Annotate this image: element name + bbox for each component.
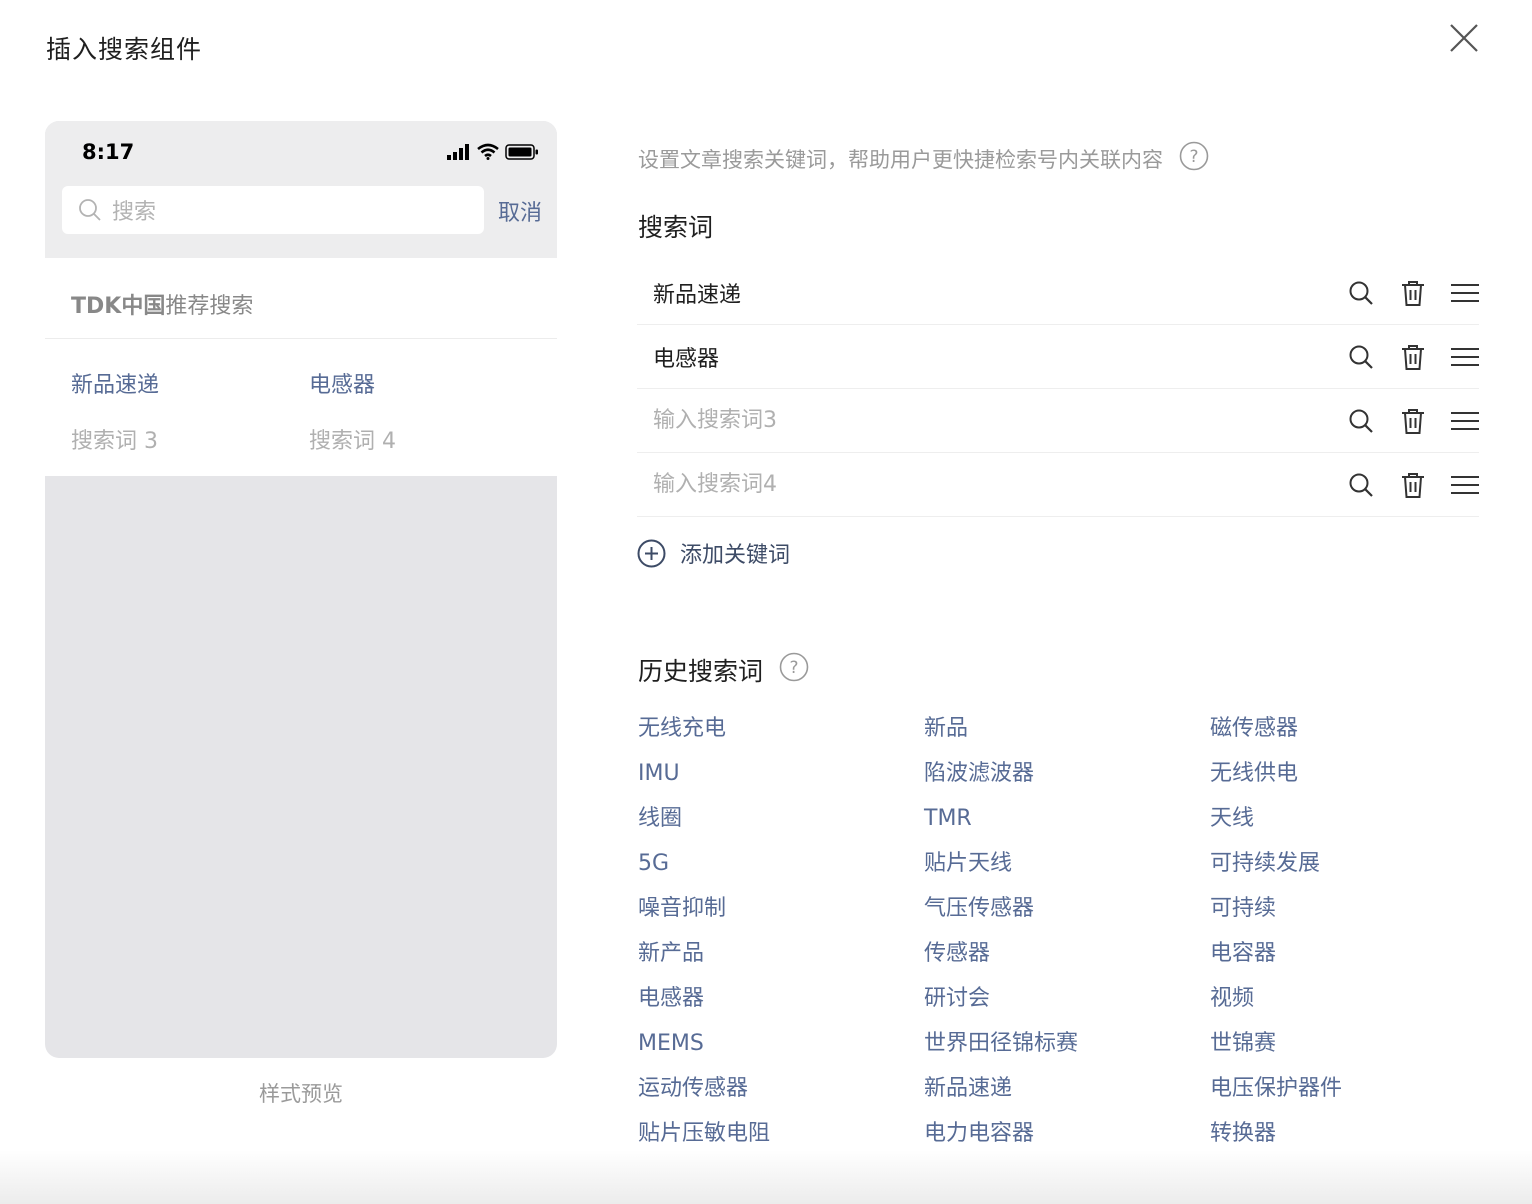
status-icons: [447, 143, 539, 160]
recommend-suffix: 推荐搜索: [165, 294, 254, 319]
signal-icon: [447, 143, 469, 160]
keyword-list: [637, 261, 1479, 517]
trash-icon[interactable]: [1399, 279, 1427, 307]
keyword-row: [637, 325, 1479, 389]
recommend-title: TDK中国推荐搜索: [71, 288, 253, 320]
help-icon[interactable]: ?: [779, 652, 809, 688]
status-time: 8:17: [82, 140, 135, 164]
history-keyword[interactable]: 新品: [924, 712, 1210, 757]
history-keyword[interactable]: 世界田径锦标赛: [924, 1027, 1210, 1072]
history-keyword[interactable]: 磁传感器: [1210, 712, 1496, 757]
history-keyword[interactable]: MEMS: [638, 1027, 924, 1072]
battery-icon: [505, 143, 538, 160]
phone-header: 8:17 搜索 取消: [45, 121, 557, 258]
history-keyword[interactable]: 电感器: [638, 982, 924, 1027]
history-keyword[interactable]: 贴片天线: [924, 847, 1210, 892]
recommend-brand: TDK中国: [71, 294, 166, 319]
drag-handle-icon[interactable]: [1451, 343, 1479, 371]
hint-text: 设置文章搜索关键词，帮助用户更快捷检索号内关联内容: [638, 147, 1163, 172]
drag-handle-icon[interactable]: [1451, 471, 1479, 499]
cancel-button[interactable]: 取消: [498, 195, 542, 227]
help-icon[interactable]: ?: [1179, 141, 1209, 176]
history-keyword[interactable]: 天线: [1210, 802, 1496, 847]
history-keyword[interactable]: 运动传感器: [638, 1072, 924, 1117]
drag-handle-icon[interactable]: [1451, 279, 1479, 307]
search-icon[interactable]: [1347, 407, 1375, 435]
keyword-hint: 设置文章搜索关键词，帮助用户更快捷检索号内关联内容 ?: [638, 141, 1209, 176]
history-keyword[interactable]: 可持续: [1210, 892, 1496, 937]
history-keyword[interactable]: 电容器: [1210, 937, 1496, 982]
trash-icon[interactable]: [1399, 343, 1427, 371]
plus-circle-icon: [637, 539, 666, 567]
history-keyword[interactable]: 噪音抑制: [638, 892, 924, 937]
keyword-input[interactable]: [653, 472, 1303, 497]
trash-icon[interactable]: [1399, 407, 1427, 435]
history-keyword[interactable]: 研讨会: [924, 982, 1210, 1027]
recommend-item[interactable]: 电感器: [309, 367, 375, 399]
history-keyword-grid: 无线充电 新品 磁传感器 IMU 陷波滤波器 无线供电线圈 TMR 天线 5G 贴片天线 可持续发展…: [638, 712, 1498, 1162]
keyword-row: [637, 453, 1479, 517]
divider: [45, 338, 557, 339]
history-keyword[interactable]: 陷波滤波器: [924, 757, 1210, 802]
search-placeholder: 搜索: [112, 200, 157, 225]
svg-text:?: ?: [790, 658, 799, 678]
recommend-card: TDK中国推荐搜索 新品速递 电感器 搜索词 3 搜索词 4: [45, 258, 557, 476]
preview-search-input[interactable]: 搜索: [62, 186, 484, 234]
history-keyword[interactable]: 新品速递: [924, 1072, 1210, 1117]
history-keyword[interactable]: 线圈: [638, 802, 924, 847]
search-icon[interactable]: [1347, 343, 1375, 371]
bottom-fade: [0, 1150, 1532, 1204]
history-keyword[interactable]: TMR: [924, 802, 1210, 847]
recommend-item[interactable]: 新品速递: [71, 367, 159, 399]
keyword-input[interactable]: [653, 280, 1303, 305]
svg-text:?: ?: [1189, 147, 1198, 167]
history-keyword[interactable]: 气压传感器: [924, 892, 1210, 937]
history-keyword[interactable]: 无线供电: [1210, 757, 1496, 802]
history-keyword[interactable]: 视频: [1210, 982, 1496, 1027]
history-title: 历史搜索词: [638, 657, 764, 686]
keyword-row: [637, 261, 1479, 325]
phone-preview: 8:17 搜索 取消 TDK中国推荐搜索 新品速递 电感器 搜索词 3 搜索词 …: [45, 121, 557, 1058]
add-keyword-label: 添加关键词: [680, 543, 791, 568]
history-keyword[interactable]: 无线充电: [638, 712, 924, 757]
preview-caption: 样式预览: [259, 1082, 343, 1106]
drag-handle-icon[interactable]: [1451, 407, 1479, 435]
keyword-input[interactable]: [653, 408, 1303, 433]
search-icon[interactable]: [1347, 279, 1375, 307]
trash-icon[interactable]: [1399, 471, 1427, 499]
search-icon[interactable]: [1347, 471, 1375, 499]
keyword-input[interactable]: [653, 344, 1303, 369]
keywords-title: 搜索词: [638, 213, 714, 242]
history-keyword[interactable]: 5G: [638, 847, 924, 892]
dialog-title: 插入搜索组件: [46, 35, 203, 64]
history-keyword[interactable]: 电压保护器件: [1210, 1072, 1496, 1117]
add-keyword-button[interactable]: 添加关键词: [637, 537, 790, 569]
history-keyword[interactable]: IMU: [638, 757, 924, 802]
history-keyword[interactable]: 新产品: [638, 937, 924, 982]
close-button[interactable]: [1444, 18, 1484, 58]
keyword-row: [637, 389, 1479, 453]
history-keyword[interactable]: 传感器: [924, 937, 1210, 982]
search-icon: [79, 199, 101, 221]
wifi-icon: [477, 143, 499, 160]
recommend-item[interactable]: 搜索词 4: [309, 423, 396, 455]
history-title-row: 历史搜索词 ?: [638, 652, 809, 688]
recommend-item[interactable]: 搜索词 3: [71, 423, 158, 455]
close-icon: [1450, 24, 1478, 52]
history-keyword[interactable]: 可持续发展: [1210, 847, 1496, 892]
history-keyword[interactable]: 世锦赛: [1210, 1027, 1496, 1072]
